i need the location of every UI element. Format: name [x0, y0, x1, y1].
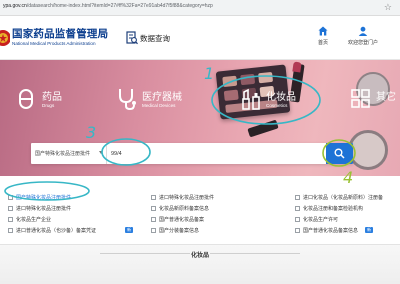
user-icon	[358, 26, 368, 36]
database-select-value: 国产特殊化妆品注册批件	[35, 151, 91, 157]
nav-home-label: 首页	[318, 40, 329, 46]
category-medical-devices-cn: 医疗器械	[142, 92, 182, 103]
list-item-label: 国产特殊化妆品注册批件	[16, 195, 72, 201]
list-bullet	[151, 206, 156, 211]
list-item-label: 进口化妆品（化妆品新原料）注册备	[303, 195, 384, 201]
list-bullet	[8, 217, 13, 222]
pill-icon	[19, 89, 33, 109]
list-bullet	[295, 195, 300, 200]
search-icon	[334, 148, 345, 159]
list-bullet	[8, 206, 13, 211]
url-path: /datasearch/home-index.html?itemId=27#ff…	[26, 3, 213, 9]
site-logo-subtitle: National Medical Products Administration	[12, 41, 96, 46]
list-item-label: 国产普通化妆品备案信息	[303, 228, 359, 234]
list-item-label: 国产普通化妆品备案	[159, 217, 205, 223]
list-bullet	[295, 228, 300, 233]
site-logo-title[interactable]: 国家药品监督管理局	[12, 26, 108, 41]
national-emblem-icon	[0, 30, 10, 46]
list-bullet	[8, 195, 13, 200]
new-badge: 新	[125, 227, 134, 233]
site-header: 国家药品监督管理局 National Medical Products Admi…	[0, 16, 400, 60]
category-medical-devices-en: Medical Devices	[142, 103, 176, 108]
nav-home[interactable]: 首页	[318, 26, 328, 46]
section-title: 化妆品	[190, 253, 209, 259]
cosmetics-database-links: 国产特殊化妆品注册批件 进口特殊化妆品注册批件 化妆品生产企业 进口普通化妆品（…	[0, 178, 400, 240]
search-bar: 国产特殊化妆品注册批件	[31, 143, 353, 164]
url-text[interactable]: ypa.gov.cn/datasearch/home-index.html?it…	[3, 3, 213, 9]
category-other-cn: 其它	[376, 92, 396, 103]
list-item-label: 化妆品生产企业	[16, 217, 52, 223]
compact-powder-image	[348, 130, 388, 170]
home-icon	[318, 26, 328, 36]
nav-user[interactable]: 欢迎您登门户	[348, 26, 378, 46]
nav-user-label: 欢迎您登门户	[348, 40, 379, 46]
category-drugs-cn: 药品	[42, 92, 62, 103]
section-footer: 化妆品	[0, 244, 400, 284]
search-button[interactable]	[326, 143, 353, 164]
list-bullet	[151, 217, 156, 222]
chevron-down-icon	[99, 151, 103, 154]
browser-address-bar[interactable]: ypa.gov.cn/datasearch/home-index.html?it…	[0, 0, 400, 16]
page: ypa.gov.cn/datasearch/home-index.html?it…	[0, 0, 400, 284]
category-cosmetics-cn: 化妆品	[266, 92, 296, 103]
bookmark-star-icon[interactable]: ☆	[384, 2, 392, 12]
url-domain: ypa.gov.cn	[3, 3, 27, 9]
data-query-icon	[126, 31, 138, 45]
lipstick-tip-image	[292, 61, 302, 73]
divider	[210, 253, 300, 254]
category-drugs-en: Drugs	[42, 103, 55, 108]
list-item-label: 进口特殊化妆品注册批件	[159, 195, 215, 201]
grid-icon	[351, 89, 370, 108]
list-bullet	[151, 228, 156, 233]
list-bullet	[8, 228, 13, 233]
database-select[interactable]: 国产特殊化妆品注册批件	[31, 143, 107, 164]
lipstick-icon	[242, 88, 260, 110]
new-badge: 新	[365, 227, 374, 233]
list-item-label: 化妆品新原料备案信息	[159, 206, 210, 212]
list-bullet	[295, 206, 300, 211]
list-bullet	[151, 195, 156, 200]
list-item-label: 进口特殊化妆品注册批件	[16, 206, 72, 212]
list-item-label: 化妆品注册和备案检验机构	[303, 206, 364, 212]
stethoscope-icon	[119, 89, 136, 111]
list-bullet	[295, 217, 300, 222]
list-item-label: 国产分装备案信息	[159, 228, 200, 234]
list-item-label: 化妆品生产许可	[303, 217, 339, 223]
list-item-label: 进口普通化妆品（也沙备）备案凭证	[16, 228, 97, 234]
data-query-label: 数据查询	[140, 34, 170, 43]
search-input[interactable]	[111, 145, 321, 162]
lipstick-image	[247, 119, 279, 138]
category-cosmetics-en: Cosmetics	[266, 103, 288, 108]
